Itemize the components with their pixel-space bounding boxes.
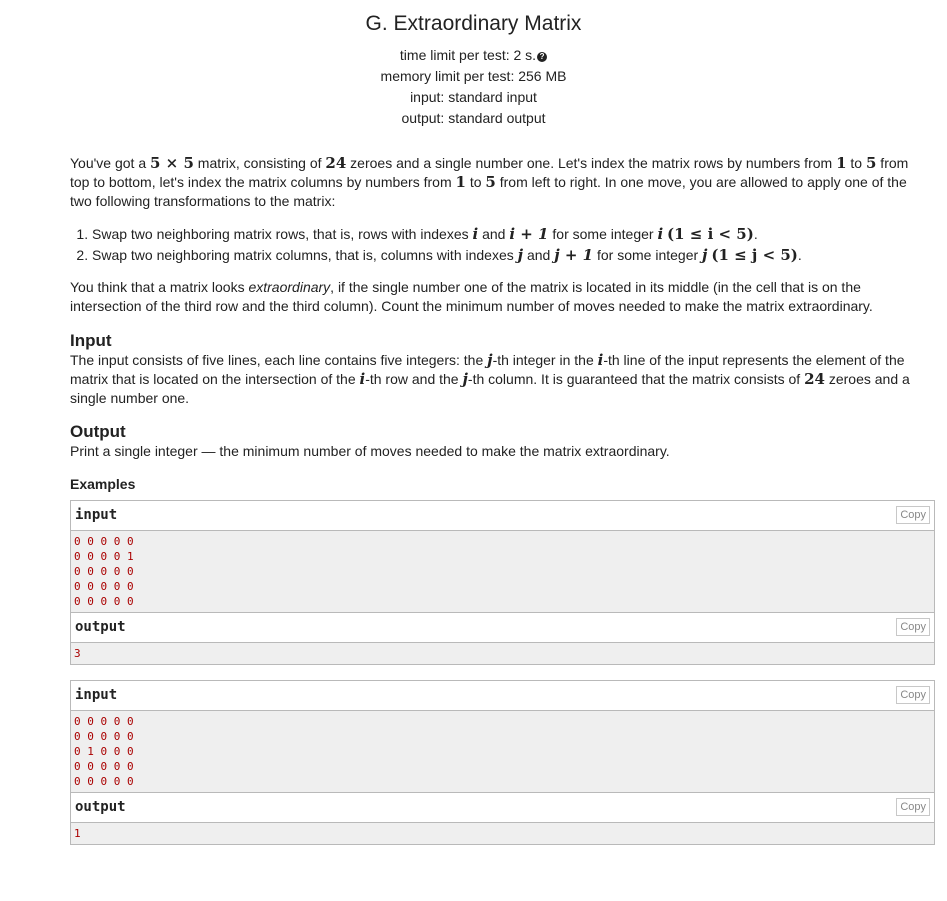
example-input-line: 0 0 0 0 0 [74, 595, 134, 608]
example-output-label: output [75, 799, 126, 815]
example-input-header: input Copy [71, 501, 934, 531]
copy-input-button[interactable]: Copy [896, 686, 930, 704]
example-input-line: 0 0 0 0 0 [74, 565, 134, 578]
transformation-rows: Swap two neighboring matrix rows, that i… [92, 224, 920, 245]
transformation-columns: Swap two neighboring matrix columns, tha… [92, 245, 920, 266]
input-section-text: The input consists of five lines, each l… [70, 351, 910, 406]
example-output-body: 3 [71, 643, 934, 664]
output-spec: output: standard output [401, 110, 546, 126]
input-section-title: Input [70, 331, 112, 350]
example-2: input Copy 0 0 0 0 0 0 0 0 0 0 0 1 0 0 0… [70, 680, 935, 845]
example-input-line: 0 0 0 0 0 [74, 730, 134, 743]
example-input-line: 0 0 0 0 0 [74, 760, 134, 773]
statement-paragraph-1: You've got a 5 × 5 matrix, consisting of… [70, 154, 909, 209]
input-section: Input The input consists of five lines, … [70, 331, 920, 408]
example-input-line: 0 0 0 0 0 [74, 580, 134, 593]
memory-limit: memory limit per test: 256 MB [380, 68, 567, 84]
example-input-line: 0 0 0 0 0 [74, 715, 134, 728]
output-section-text: Print a single integer — the minimum num… [70, 443, 670, 459]
problem-header: G. Extraordinary Matrix time limit per t… [0, 12, 947, 129]
example-input-label: input [75, 687, 118, 703]
example-output-label: output [75, 619, 126, 635]
example-output-header: output Copy [71, 792, 934, 823]
example-output-header: output Copy [71, 612, 934, 643]
examples-title: Examples [70, 476, 136, 492]
copy-input-button[interactable]: Copy [896, 506, 930, 524]
example-input-body: 0 0 0 0 0 0 0 0 0 0 0 1 0 0 0 0 0 0 0 0 … [71, 711, 934, 792]
example-1: input Copy 0 0 0 0 0 0 0 0 0 1 0 0 0 0 0… [70, 500, 935, 665]
example-input-body: 0 0 0 0 0 0 0 0 0 1 0 0 0 0 0 0 0 0 0 0 … [71, 531, 934, 612]
copy-output-button[interactable]: Copy [896, 798, 930, 816]
example-input-line: 0 0 0 0 1 [74, 550, 134, 563]
example-input-line: 0 0 0 0 0 [74, 535, 134, 548]
transformations-list: Swap two neighboring matrix rows, that i… [70, 224, 920, 266]
example-input-header: input Copy [71, 681, 934, 711]
copy-output-button[interactable]: Copy [896, 618, 930, 636]
example-input-line: 0 1 0 0 0 [74, 745, 134, 758]
example-output-line: 3 [74, 647, 81, 660]
problem-title: G. Extraordinary Matrix [365, 12, 582, 35]
output-section-title: Output [70, 422, 126, 441]
statement-paragraph-2: You think that a matrix looks extraordin… [70, 279, 873, 314]
output-section: Output Print a single integer — the mini… [70, 422, 920, 461]
example-input-label: input [75, 507, 118, 523]
example-output-body: 1 [71, 823, 934, 844]
example-input-line: 0 0 0 0 0 [74, 775, 134, 788]
help-icon[interactable]: ? [537, 52, 548, 62]
example-output-line: 1 [74, 827, 81, 840]
input-spec: input: standard input [410, 89, 537, 105]
problem-statement: You've got a 5 × 5 matrix, consisting of… [70, 154, 920, 492]
time-limit: time limit per test: 2 s.? [0, 45, 947, 66]
